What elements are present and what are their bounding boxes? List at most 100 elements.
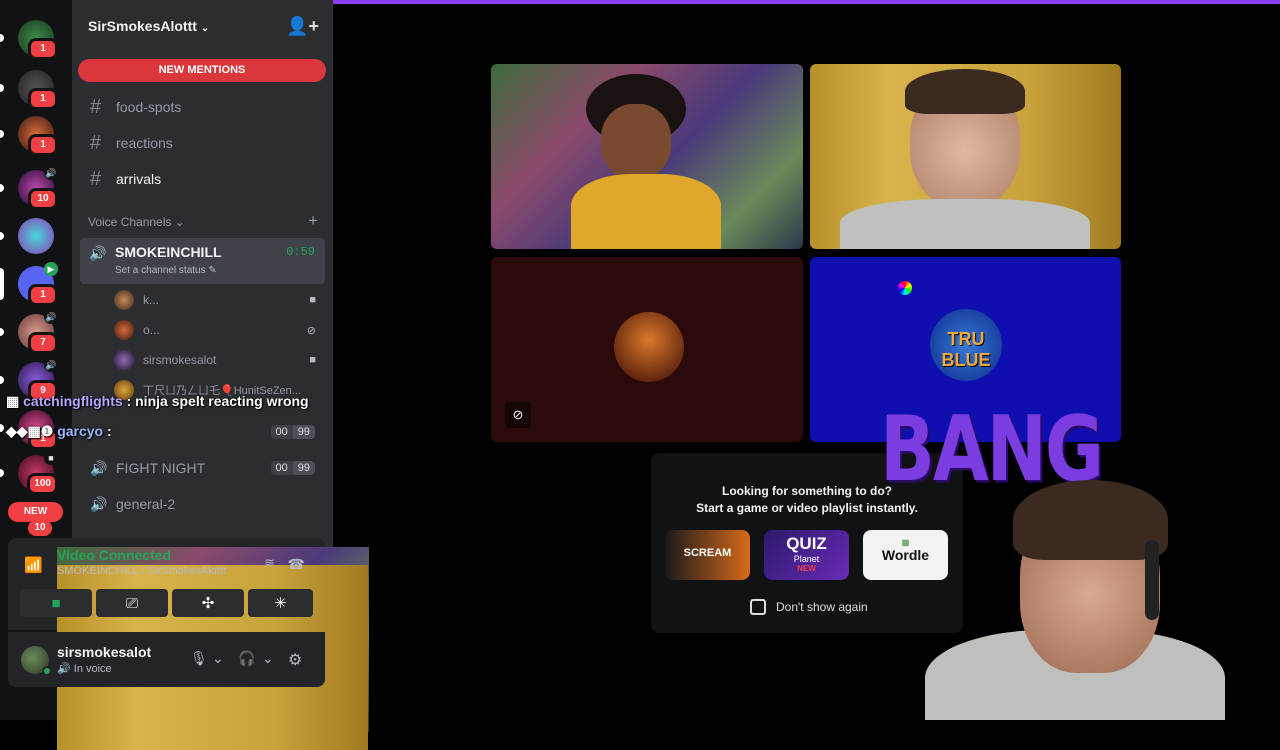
- add-channel-icon[interactable]: +: [308, 211, 318, 231]
- chevron-down-icon: ⌄: [200, 23, 210, 34]
- camera-button[interactable]: ■: [20, 589, 92, 617]
- chat-username: catchingflights: [23, 393, 123, 409]
- video-tile[interactable]: [810, 64, 1121, 249]
- mention-badge: 1: [28, 284, 58, 306]
- voice-channel-hidden[interactable]: 00 99: [80, 416, 325, 448]
- new-unreads-pill[interactable]: NEW: [8, 502, 63, 522]
- mention-badge: 1: [28, 134, 58, 156]
- active-voice-channel[interactable]: 🔊 SMOKEINCHILL 0:59 Set a channel status…: [80, 238, 325, 284]
- chevron-down-icon: ⌄: [174, 215, 185, 229]
- voice-timer: 0:59: [286, 245, 315, 259]
- server-icon[interactable]: ■ 100: [0, 451, 58, 495]
- streamer-facecam: [895, 480, 1255, 720]
- selected-pill: [0, 268, 4, 300]
- unread-pill: [0, 469, 4, 477]
- server-name: SirSmokesAlottt: [88, 18, 197, 34]
- unread-pill: [0, 424, 4, 432]
- activities-icon: ✣: [201, 595, 215, 612]
- video-icon: ■: [44, 451, 58, 465]
- disconnect-icon[interactable]: ☎: [288, 556, 305, 573]
- headset-mic: [1145, 540, 1159, 620]
- unread-pill: [0, 232, 4, 240]
- user-panel: sirsmokesalot 🔊 In voice 🎙 ⌄ 🎧 ⌄ ⚙: [8, 632, 325, 687]
- video-icon: ▶: [44, 262, 58, 276]
- voice-user[interactable]: k... ■: [114, 287, 324, 313]
- soundboard-button[interactable]: ✳: [248, 589, 313, 617]
- server-icon[interactable]: 1: [0, 70, 58, 110]
- server-icon[interactable]: 1: [0, 20, 58, 60]
- channel-label: arrivals: [116, 171, 162, 187]
- noise-suppression-icon[interactable]: ≋: [264, 555, 275, 571]
- voice-user-name: k...: [143, 293, 160, 307]
- channel-reactions[interactable]: # reactions: [80, 127, 325, 159]
- microphone-icon[interactable]: 🎙: [190, 650, 208, 667]
- voice-category[interactable]: Voice Channels ⌄ +: [88, 211, 318, 230]
- category-label: Voice Channels: [88, 215, 172, 229]
- voice-channel-fight-night[interactable]: 🔊 FIGHT NIGHT 00 99: [80, 452, 325, 484]
- person-body: [571, 174, 721, 249]
- limit: 99: [292, 425, 315, 439]
- channel-food-spots[interactable]: # food-spots: [80, 91, 325, 123]
- mic-muted-icon: ⊘: [306, 324, 316, 337]
- channel-arrivals[interactable]: # arrivals: [80, 163, 325, 195]
- server-avatar: [18, 218, 54, 254]
- channel-status[interactable]: Set a channel status ✎: [115, 265, 317, 276]
- dont-show-checkbox[interactable]: [750, 599, 766, 615]
- color-wheel-icon: [898, 281, 912, 295]
- limit: 99: [292, 461, 315, 475]
- voice-user-name: sirsmokesalot: [143, 353, 217, 367]
- signal-icon[interactable]: 📶: [24, 556, 43, 574]
- dont-show-label[interactable]: Don't show again: [776, 600, 868, 614]
- mention-badge: 7: [28, 332, 58, 354]
- activity-card-quiz[interactable]: QUIZ Planet NEW: [764, 530, 849, 580]
- status-dot: [42, 666, 52, 676]
- gear-icon[interactable]: ⚙: [288, 650, 302, 670]
- chevron-down-icon[interactable]: ⌄: [212, 650, 224, 667]
- video-tile[interactable]: ⊘: [491, 257, 803, 442]
- voice-channel-general-2[interactable]: 🔊 general-2: [80, 488, 325, 520]
- server-icon[interactable]: [0, 218, 54, 254]
- avatar: [614, 312, 684, 382]
- activity-card-scream[interactable]: SCREAM: [665, 530, 750, 580]
- hash-icon: #: [90, 167, 102, 190]
- voice-connection-panel: 📶 Video Connected SMOKEINCHILL / SirSmok…: [8, 538, 369, 750]
- avatar: TRU BLUE: [930, 309, 1002, 381]
- server-icon[interactable]: 1: [0, 116, 58, 156]
- speaker-icon: 🔊: [89, 245, 107, 261]
- badge-icon: ▦: [6, 393, 24, 409]
- server-icon[interactable]: ▶ 1: [0, 262, 58, 306]
- voice-user-name: o...: [143, 323, 160, 337]
- voice-user[interactable]: o... ⊘: [114, 317, 324, 343]
- invite-people-icon[interactable]: 👤+: [286, 16, 319, 37]
- unread-pill: [0, 376, 4, 384]
- chevron-down-icon[interactable]: ⌄: [262, 650, 274, 667]
- screen-share-button[interactable]: ⎚: [96, 589, 168, 617]
- chat-username: garcyo: [57, 423, 104, 439]
- unread-pill: [0, 328, 4, 336]
- top-accent-bar: [333, 0, 1280, 4]
- video-icon: ■: [309, 354, 316, 366]
- mention-badge: 1: [28, 88, 58, 110]
- activities-button[interactable]: ✣: [172, 589, 244, 617]
- person-face: [601, 104, 671, 179]
- chat-overlay-line: ◆◆▦❶ garcyo :: [6, 423, 112, 440]
- video-tile[interactable]: [491, 64, 803, 249]
- activity-card-label: QUIZ: [786, 534, 827, 553]
- server-icon[interactable]: 🔊 7: [0, 310, 58, 354]
- server-icon[interactable]: 🔊 10: [0, 166, 58, 210]
- chat-message: : ninja spelt reacting wrong: [126, 393, 309, 409]
- voice-user[interactable]: sirsmokesalot ■: [114, 347, 324, 373]
- headphones-icon[interactable]: 🎧: [238, 650, 255, 667]
- user-count: 00 99: [270, 425, 315, 439]
- speaker-icon: 🔊: [90, 495, 108, 512]
- avatar: [114, 290, 134, 310]
- username[interactable]: sirsmokesalot: [57, 644, 151, 660]
- badge-icon: ◆◆▦❶: [6, 423, 58, 439]
- camera-icon: ■: [51, 594, 61, 612]
- chat-overlay-line: ▦ catchingflights : ninja spelt reacting…: [6, 393, 309, 410]
- chat-message: :: [107, 423, 112, 439]
- new-mentions-button[interactable]: NEW MENTIONS: [78, 59, 326, 82]
- hash-icon: #: [90, 95, 102, 118]
- server-header[interactable]: SirSmokesAlottt ⌄ 👤+: [72, 0, 333, 55]
- voice-status-icon: 🔊: [57, 663, 71, 675]
